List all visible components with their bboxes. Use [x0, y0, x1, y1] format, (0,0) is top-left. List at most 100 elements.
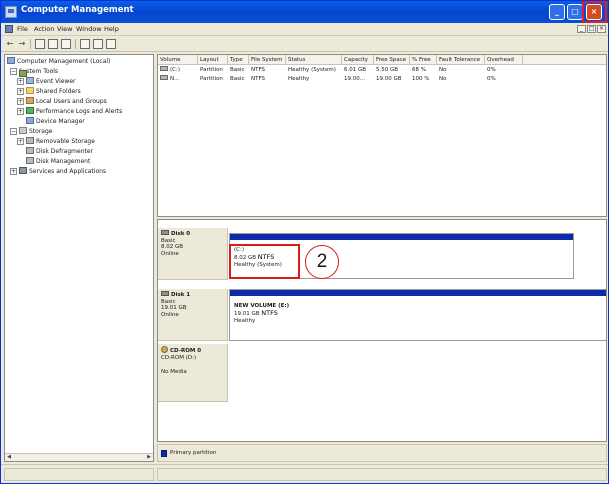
expand-event-viewer[interactable]: +: [17, 78, 24, 85]
cell-type: Basic: [230, 76, 245, 82]
hard-disk-icon: [161, 291, 169, 296]
scroll-left-arrow-icon[interactable]: ◀: [5, 454, 13, 461]
status-panel: [157, 468, 607, 481]
computer-management-icon: [5, 6, 17, 18]
cdrom-0-label[interactable]: CD-ROM 0 CD-ROM (D:) No Media: [158, 344, 228, 402]
step-number-callout: 2: [305, 245, 339, 279]
title-bar[interactable]: Computer Management _ □ ×: [1, 1, 608, 23]
services-icon: [19, 167, 27, 174]
col-fault-tolerance[interactable]: Fault Tolerance: [437, 55, 485, 65]
expand-removable-storage[interactable]: +: [17, 138, 24, 145]
tree-item-disk-defragmenter[interactable]: Disk Defragmenter: [26, 147, 93, 156]
cell-layout: Partition: [200, 67, 223, 73]
help-icon[interactable]: [93, 39, 103, 49]
partition-e-size-line: 19.01 GB NTFS: [234, 309, 278, 318]
expand-local-users[interactable]: +: [17, 98, 24, 105]
tree-item-shared-folders[interactable]: Shared Folders: [26, 87, 81, 96]
status-bar: [1, 464, 608, 483]
tree-item-event-viewer[interactable]: Event Viewer: [26, 77, 76, 86]
expand-services[interactable]: +: [10, 168, 17, 175]
table-row[interactable]: (C:) Partition Basic NTFS Healthy (Syste…: [158, 66, 606, 75]
device-manager-icon: [26, 117, 34, 124]
menu-action[interactable]: Action: [34, 25, 54, 33]
cdrom-0-state: No Media: [161, 369, 187, 375]
cell-type: Basic: [230, 67, 245, 73]
col-type[interactable]: Type: [228, 55, 249, 65]
col-free-space[interactable]: Free Space: [374, 55, 410, 65]
export-icon[interactable]: [106, 39, 116, 49]
mdi-restore-button[interactable]: □: [587, 25, 596, 33]
tree-item-storage[interactable]: Storage: [19, 127, 52, 136]
tree-item-removable-storage[interactable]: Removable Storage: [26, 137, 95, 146]
menu-window[interactable]: Window: [76, 25, 102, 33]
mdi-close-button[interactable]: ×: [597, 25, 606, 33]
col-overhead[interactable]: Overhead: [485, 55, 523, 65]
partition-c-highlight: [229, 244, 300, 279]
col-status[interactable]: Status: [286, 55, 342, 65]
maximize-button[interactable]: □: [567, 4, 583, 20]
tree-item-disk-management[interactable]: Disk Management: [26, 157, 90, 166]
expand-shared-folders[interactable]: +: [17, 88, 24, 95]
cell-status: Healthy (System): [288, 67, 336, 73]
cell-fault-tolerance: No: [439, 67, 447, 73]
refresh-icon[interactable]: [80, 39, 90, 49]
expand-system-tools[interactable]: −: [10, 68, 17, 75]
cell-volume: (C:): [158, 66, 198, 75]
console-tree[interactable]: Computer Management (Local) − System Too…: [4, 54, 154, 462]
close-button-highlight: [582, 1, 607, 23]
cell-file-system: NTFS: [251, 67, 266, 73]
toolbar-separator: [30, 39, 31, 49]
storage-icon: [19, 127, 27, 134]
tree-item-local-users[interactable]: Local Users and Groups: [26, 97, 107, 106]
volume-list-header: Volume Layout Type File System Status Ca…: [158, 55, 606, 65]
cell-overhead: 0%: [487, 76, 496, 82]
col-file-system[interactable]: File System: [249, 55, 286, 65]
menu-view[interactable]: View: [57, 25, 72, 33]
partition-e-status: Healthy: [234, 318, 256, 324]
users-icon: [26, 97, 34, 104]
col-volume[interactable]: Volume: [158, 55, 198, 65]
event-viewer-icon: [26, 77, 34, 84]
legend-primary-partition: Primary partition: [170, 450, 217, 456]
forward-button[interactable]: →: [17, 39, 27, 49]
col-layout[interactable]: Layout: [198, 55, 228, 65]
properties-icon[interactable]: [61, 39, 71, 49]
up-level-icon[interactable]: [35, 39, 45, 49]
back-button[interactable]: ←: [5, 39, 15, 49]
window-title: Computer Management: [21, 5, 134, 15]
cell-volume: N...: [158, 75, 198, 84]
disk-0-label[interactable]: Disk 0 Basic 8.02 GB Online: [158, 228, 228, 280]
menu-help[interactable]: Help: [104, 25, 119, 33]
cell-percent-free: 100 %: [412, 76, 430, 82]
cell-file-system: NTFS: [251, 76, 266, 82]
partition-e[interactable]: NEW VOLUME (E:) 19.01 GB NTFS Healthy: [229, 289, 606, 341]
disk-0-state: Online: [161, 250, 179, 257]
tree-item-system-tools[interactable]: System Tools: [19, 67, 58, 77]
disk-1-label[interactable]: Disk 1 Basic 19.01 GB Online: [158, 289, 228, 341]
cell-free-space: 19.00 GB: [376, 76, 402, 82]
tree-horizontal-scrollbar[interactable]: ◀ ▶: [5, 453, 153, 461]
tree-item-device-manager[interactable]: Device Manager: [26, 117, 85, 126]
tree-item-computer-management[interactable]: Computer Management (Local): [7, 57, 110, 66]
col-percent-free[interactable]: % Free: [410, 55, 437, 65]
col-capacity[interactable]: Capacity: [342, 55, 374, 65]
show-hide-tree-icon[interactable]: [48, 39, 58, 49]
shared-folders-icon: [26, 87, 34, 94]
cdrom-0-kind: CD-ROM (D:): [161, 354, 197, 361]
expand-performance-logs[interactable]: +: [17, 108, 24, 115]
menu-file[interactable]: File: [17, 25, 28, 33]
volume-list: Volume Layout Type File System Status Ca…: [157, 54, 607, 217]
graphical-disk-view: Disk 0 Basic 8.02 GB Online (C:) 8.02 GB…: [157, 219, 607, 442]
menu-bar: File Action View Window Help _ □ ×: [1, 23, 608, 36]
expand-storage[interactable]: −: [10, 128, 17, 135]
tree-item-services-applications[interactable]: Services and Applications: [19, 167, 106, 176]
cd-rom-icon: [161, 346, 168, 353]
mdi-minimize-button[interactable]: _: [577, 25, 586, 33]
scroll-right-arrow-icon[interactable]: ▶: [145, 454, 153, 461]
table-row[interactable]: N... Partition Basic NTFS Healthy 19.00.…: [158, 75, 606, 84]
volume-icon: [160, 75, 168, 80]
primary-partition-swatch: [161, 450, 167, 457]
mmc-document-icon[interactable]: [5, 25, 13, 33]
minimize-button[interactable]: _: [549, 4, 565, 20]
tree-item-performance-logs[interactable]: Performance Logs and Alerts: [26, 107, 122, 116]
